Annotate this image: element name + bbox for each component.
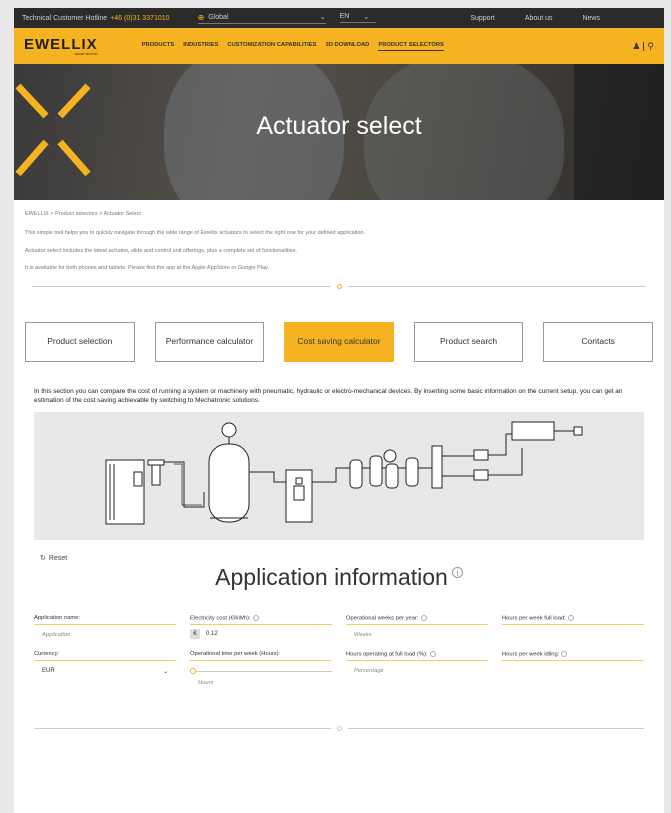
field-label: Hours per week idling: bbox=[502, 651, 644, 660]
field-weeks-per-year: Operational weeks per year: Weeks bbox=[346, 615, 488, 639]
menu-industries[interactable]: INDUSTRIES bbox=[183, 42, 218, 51]
region-select[interactable]: ⊕ Global ⌄ bbox=[197, 12, 326, 24]
hero-banner: Actuator select bbox=[14, 64, 664, 200]
application-form: Application name: Application Electricit… bbox=[14, 591, 664, 686]
electricity-cost-input[interactable]: €0.12 bbox=[190, 625, 332, 639]
about-link[interactable]: About us bbox=[525, 15, 553, 22]
language-value: EN bbox=[339, 13, 350, 20]
hours-unit-label: Hours bbox=[198, 680, 214, 686]
menu-customization[interactable]: CUSTOMIZATION CAPABILITIES bbox=[227, 42, 316, 51]
tab-cost-saving-calculator[interactable]: Cost saving calculator bbox=[284, 321, 394, 362]
info-icon[interactable] bbox=[429, 651, 436, 657]
intro-paragraph: This simple tool helps you to quickly na… bbox=[25, 230, 365, 236]
support-link[interactable]: Support bbox=[470, 15, 495, 22]
tab-product-selection[interactable]: Product selection bbox=[25, 321, 135, 362]
field-label: Currency: bbox=[34, 651, 60, 657]
field-application-name: Application name: Application bbox=[34, 615, 176, 639]
menu-products[interactable]: PRODUCTS bbox=[142, 42, 175, 51]
field-label: Hours operating at full load (%): bbox=[346, 651, 488, 660]
field-time-per-week: Operational time per week (Hours): Hours bbox=[190, 651, 332, 686]
field-label-text: Hours per week full load: bbox=[502, 615, 566, 622]
intro-paragraph: It is available for both phones and tabl… bbox=[25, 265, 269, 271]
hotline-label: Technical Customer Hotline bbox=[22, 14, 108, 22]
news-link[interactable]: News bbox=[582, 15, 600, 22]
application-information-heading: Application information i bbox=[14, 564, 664, 591]
field-label-text: Hours per week idling: bbox=[502, 651, 560, 658]
nav-icons: ♟ ⚲ bbox=[632, 41, 654, 52]
info-icon[interactable]: i bbox=[451, 567, 463, 579]
info-icon[interactable] bbox=[420, 615, 427, 621]
menu-product-selectors[interactable]: PRODUCT SELECTORS bbox=[378, 42, 444, 51]
electricity-cost-value: 0.12 bbox=[206, 631, 218, 637]
field-hours-full-load: Hours per week full load: bbox=[502, 615, 644, 639]
system-schematic-illustration bbox=[105, 421, 583, 525]
application-name-input[interactable]: Application bbox=[34, 625, 176, 638]
ewellix-logo[interactable]: EWELLIX SMART MOTION bbox=[24, 37, 98, 56]
currency-symbol: € bbox=[190, 629, 200, 639]
intro-text: This simple tool helps you to quickly na… bbox=[14, 217, 664, 272]
field-currency: Currency: EUR ⌄ bbox=[34, 651, 176, 686]
reset-button[interactable]: ↻ Reset bbox=[14, 540, 664, 563]
field-pct-full-load: Hours operating at full load (%): Percen… bbox=[346, 651, 488, 686]
utility-bar: Technical Customer Hotline +46 (0)31 3371… bbox=[14, 8, 664, 28]
nav-separator bbox=[643, 41, 645, 51]
tab-performance-calculator[interactable]: Performance calculator bbox=[154, 321, 265, 362]
logo-tagline: SMART MOTION bbox=[74, 51, 98, 56]
language-select[interactable]: EN ⌄ bbox=[339, 13, 376, 23]
field-label: Application name: bbox=[34, 615, 81, 621]
section-divider bbox=[34, 726, 644, 731]
hotline-phone[interactable]: +46 (0)31 3371010 bbox=[110, 15, 169, 22]
divider-dot bbox=[336, 726, 342, 731]
field-label: Operational weeks per year: bbox=[346, 615, 488, 624]
tab-contacts[interactable]: Contacts bbox=[543, 321, 653, 362]
selector-tabs: Product selection Performance calculator… bbox=[14, 289, 664, 362]
pct-full-load-input[interactable]: Percentage bbox=[346, 661, 488, 674]
main-nav: EWELLIX SMART MOTION PRODUCTS INDUSTRIES … bbox=[14, 28, 664, 64]
main-menu: PRODUCTS INDUSTRIES CUSTOMIZATION CAPABI… bbox=[142, 42, 444, 51]
breadcrumb[interactable]: EWELLIX > Product selectors > Actuator S… bbox=[14, 200, 664, 217]
page: Technical Customer Hotline +46 (0)31 3371… bbox=[14, 8, 664, 813]
pneumatic-system-diagram bbox=[34, 412, 644, 540]
field-electricity-cost: Electricity cost (€/kWh): €0.12 bbox=[190, 615, 332, 639]
divider-dot bbox=[336, 283, 342, 289]
chevron-down-icon: ⌄ bbox=[162, 669, 168, 675]
reset-icon: ↻ bbox=[40, 555, 46, 562]
hero-title: Actuator select bbox=[256, 112, 422, 140]
time-per-week-slider[interactable] bbox=[190, 668, 332, 674]
info-icon[interactable] bbox=[561, 651, 568, 657]
field-label-text: Operational weeks per year: bbox=[346, 615, 419, 622]
section-description: In this section you can compare the cost… bbox=[34, 387, 623, 405]
field-label: Hours per week full load: bbox=[502, 615, 644, 624]
intro-paragraph: Actuator select includes the latest actu… bbox=[25, 247, 297, 254]
utility-links: Support About us News bbox=[470, 15, 600, 22]
field-hours-idling: Hours per week idling: bbox=[502, 651, 644, 686]
reset-label: Reset bbox=[48, 554, 68, 562]
info-icon[interactable] bbox=[252, 615, 259, 621]
currency-value: EUR bbox=[42, 668, 55, 674]
hotline: Technical Customer Hotline +46 (0)31 3371… bbox=[22, 15, 170, 22]
globe-icon: ⊕ bbox=[197, 12, 205, 22]
field-label-text: Hours operating at full load (%): bbox=[346, 651, 428, 658]
weeks-per-year-input[interactable]: Weeks bbox=[346, 625, 488, 638]
user-icon[interactable]: ♟ bbox=[632, 41, 640, 52]
field-label: Operational time per week (Hours): bbox=[190, 651, 281, 657]
chevron-down-icon: ⌄ bbox=[363, 14, 370, 21]
field-label: Electricity cost (€/kWh): bbox=[190, 615, 332, 624]
region-value: Global bbox=[208, 13, 229, 21]
logo-text: EWELLIX bbox=[24, 35, 98, 53]
chevron-down-icon: ⌄ bbox=[319, 14, 326, 21]
info-icon[interactable] bbox=[567, 615, 574, 621]
currency-select[interactable]: EUR ⌄ bbox=[34, 661, 176, 675]
menu-3d-download[interactable]: 3D DOWNLOAD bbox=[326, 42, 370, 51]
slider-handle[interactable] bbox=[190, 668, 196, 674]
tab-product-search[interactable]: Product search bbox=[413, 321, 524, 362]
field-label-text: Electricity cost (€/kWh): bbox=[190, 615, 251, 622]
heading-text: Application information bbox=[215, 564, 448, 590]
search-icon[interactable]: ⚲ bbox=[647, 41, 654, 52]
